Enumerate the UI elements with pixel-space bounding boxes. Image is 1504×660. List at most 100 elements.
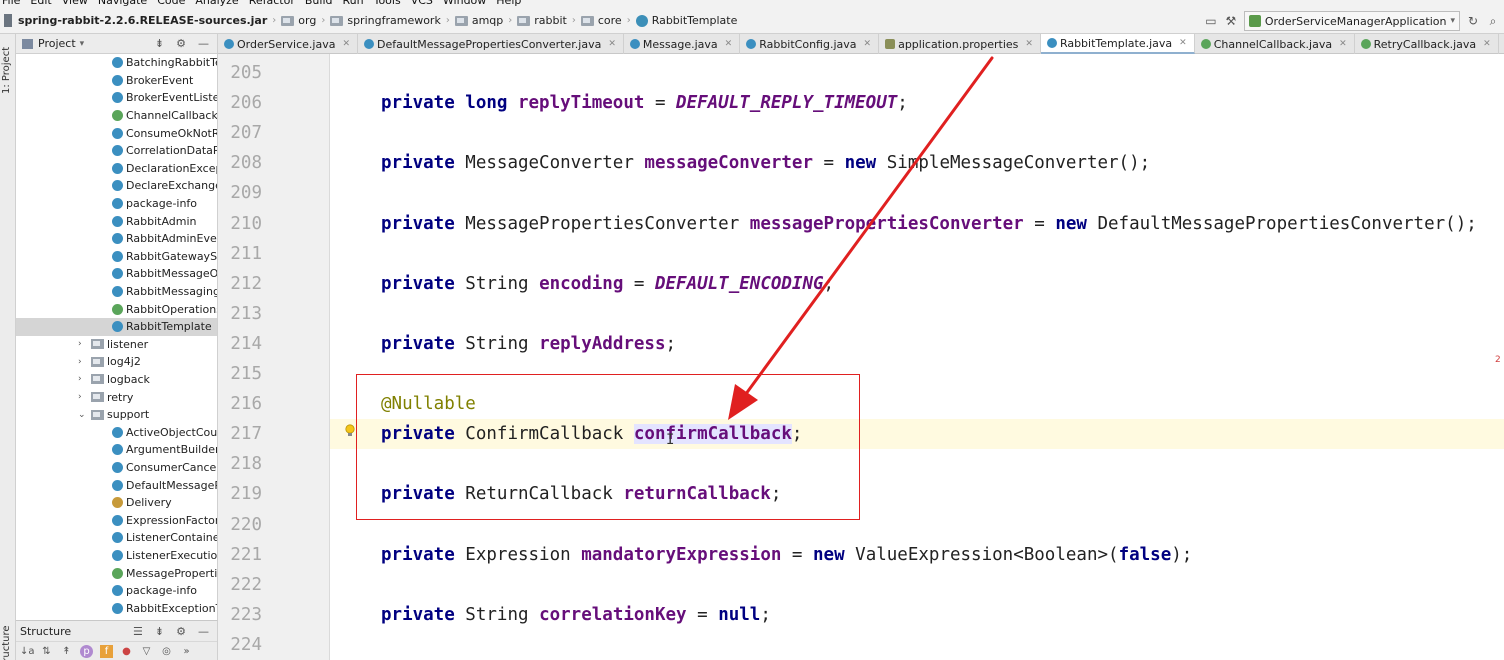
chevron-down-icon[interactable]: ⌄ [78, 410, 88, 420]
minimize-icon[interactable]: — [198, 37, 209, 50]
editor-tab[interactable]: DefaultMessagePropertiesConverter.java ✕ [358, 34, 624, 54]
tree-item[interactable]: ConsumerCancelle [16, 459, 217, 477]
tree-item[interactable]: RabbitAdminEvent [16, 230, 217, 248]
close-icon[interactable]: ✕ [342, 39, 350, 49]
project-tool-button[interactable]: 1: Project [1, 40, 15, 100]
close-icon[interactable]: ✕ [1339, 39, 1347, 49]
tree-package-retry[interactable]: › retry [16, 388, 217, 406]
editor-tab[interactable]: OrderService.java ✕ [218, 34, 359, 54]
close-icon[interactable]: ✕ [864, 39, 872, 49]
chevron-right-icon[interactable]: › [78, 374, 88, 384]
menu-item-navigate[interactable]: Navigate [93, 0, 152, 8]
editor-tab[interactable]: application.properties ✕ [879, 34, 1041, 54]
tree-item[interactable]: DeclarationExcepti [16, 160, 217, 178]
breadcrumb-item-core[interactable]: core [577, 14, 626, 27]
breadcrumb-jar[interactable]: spring-rabbit-2.2.6.RELEASE-sources.jar [0, 14, 271, 27]
tree-item[interactable]: DeclareExchangeC [16, 177, 217, 195]
collapse-all-icon[interactable]: ⇟ [155, 37, 164, 50]
tree-package-listener[interactable]: › listener [16, 336, 217, 354]
show-fields-icon[interactable]: f [100, 645, 113, 658]
run-configuration-select[interactable]: OrderServiceManagerApplication ▾ [1243, 11, 1460, 31]
menu-item-help[interactable]: Help [491, 0, 526, 8]
close-icon[interactable]: ✕ [1025, 39, 1033, 49]
menu-item-refactor[interactable]: Refactor [244, 0, 300, 8]
tree-item[interactable]: RabbitMessagingT [16, 283, 217, 301]
tree-item[interactable]: ChannelCallback [16, 107, 217, 125]
menu-item-analyze[interactable]: Analyze [190, 0, 243, 8]
search-icon[interactable]: ⌕ [1486, 14, 1500, 28]
tree-item[interactable]: CorrelationDataPo [16, 142, 217, 160]
breadcrumb-item-org[interactable]: org [277, 14, 320, 27]
menu-item-run[interactable]: Run [338, 0, 369, 8]
tree-item[interactable]: MessagePropertie [16, 564, 217, 582]
editor-tab[interactable]: RabbitConfig.java ✕ [740, 34, 880, 54]
tree-item[interactable]: ActiveObjectCount [16, 423, 217, 441]
menu-item-window[interactable]: Window [438, 0, 491, 8]
tree-item[interactable]: ArgumentBuilder [16, 441, 217, 459]
tree-package-logback[interactable]: › logback [16, 371, 217, 389]
menu-item-tools[interactable]: Tools [369, 0, 406, 8]
tree-item[interactable]: RabbitExceptionTr [16, 599, 217, 617]
chevron-right-icon[interactable]: › [78, 357, 88, 367]
close-icon[interactable]: ✕ [608, 39, 616, 49]
tree-item[interactable]: ListenerContainerA [16, 529, 217, 547]
chevron-right-icon[interactable]: › [78, 392, 88, 402]
show-properties-icon[interactable]: p [80, 645, 93, 658]
tree-item[interactable]: Delivery [16, 494, 217, 512]
tree-item[interactable]: RabbitAdmin [16, 212, 217, 230]
gear-icon[interactable]: ⚙ [176, 625, 186, 638]
tree-item[interactable]: RabbitGatewaySup [16, 248, 217, 266]
editor-tab[interactable]: RabbitTemplate.java ✕ [1040, 34, 1195, 54]
menu-item-edit[interactable]: Edit [25, 0, 56, 8]
show-non-public-icon[interactable]: ● [120, 645, 133, 658]
close-icon[interactable]: ✕ [725, 39, 733, 49]
tree-item[interactable]: RabbitMessageOp [16, 265, 217, 283]
tree-package-support[interactable]: ⌄ support [16, 406, 217, 424]
tree-item[interactable]: package-info [16, 582, 217, 600]
tree-item[interactable]: BrokerEventListene [16, 89, 217, 107]
minimize-icon[interactable]: — [198, 625, 209, 638]
chevron-down-icon[interactable]: ▾ [80, 39, 85, 49]
hammer-icon[interactable]: ⚒ [1224, 14, 1238, 28]
inherited-icon[interactable]: ↟ [60, 645, 73, 658]
editor-tab[interactable]: Message.java ✕ [624, 34, 741, 54]
tree-item[interactable]: RabbitOperations [16, 300, 217, 318]
menu-item-view[interactable]: View [57, 0, 93, 8]
tree-item[interactable]: BrokerEvent [16, 72, 217, 90]
close-icon[interactable]: ✕ [1483, 39, 1491, 49]
editor-tab[interactable]: RetryCallback.java ✕ [1355, 34, 1499, 54]
close-icon[interactable]: ✕ [1179, 38, 1187, 48]
breadcrumb-item-amqp[interactable]: amqp [451, 14, 507, 27]
menu-item-code[interactable]: Code [152, 0, 190, 8]
tree-item[interactable]: ConsumeOkNotRe [16, 124, 217, 142]
editor-tab[interactable]: ChannelCallback.java ✕ [1195, 34, 1355, 54]
tree-package-log4j2[interactable]: › log4j2 [16, 353, 217, 371]
autoscroll-icon[interactable]: ◎ [160, 645, 173, 658]
menu-item-vcs[interactable]: VCS [406, 0, 438, 8]
tree-item[interactable]: RabbitTemplate [16, 317, 217, 336]
tree-item[interactable]: ExpressionFactoryE [16, 511, 217, 529]
more-icon[interactable]: » [180, 645, 193, 658]
collapse-icon[interactable]: ⇟ [155, 625, 164, 638]
code-line[interactable]: private String correlationKey = null; [330, 600, 1504, 630]
breadcrumb-item-rabbit[interactable]: rabbit [513, 14, 571, 27]
structure-tool-button[interactable]: Structure [1, 624, 15, 660]
lightbulb-icon[interactable] [344, 424, 356, 438]
gear-icon[interactable]: ⚙ [176, 37, 186, 50]
tree-item[interactable]: DefaultMessagePr [16, 476, 217, 494]
tree-item[interactable]: BatchingRabbitTen [16, 54, 217, 72]
refresh-icon[interactable]: ↻ [1466, 14, 1480, 28]
filter-icon[interactable]: ▽ [140, 645, 153, 658]
sort-icon[interactable]: ☰ [133, 625, 143, 638]
tree-item[interactable]: package-info [16, 195, 217, 213]
breadcrumb-item-springframework[interactable]: springframework [326, 14, 444, 27]
tree-item[interactable]: ListenerExecutionF [16, 547, 217, 565]
layout-icon[interactable]: ▭ [1204, 14, 1218, 28]
sort-visibility-icon[interactable]: ⇅ [40, 645, 53, 658]
project-panel-title[interactable]: Project [38, 37, 76, 50]
code-line[interactable] [330, 570, 1504, 600]
menu-item-build[interactable]: Build [300, 0, 338, 8]
breadcrumb-current[interactable]: RabbitTemplate [632, 14, 742, 27]
sort-alpha-icon[interactable]: ↓a [20, 645, 35, 658]
chevron-right-icon[interactable]: › [78, 339, 88, 349]
